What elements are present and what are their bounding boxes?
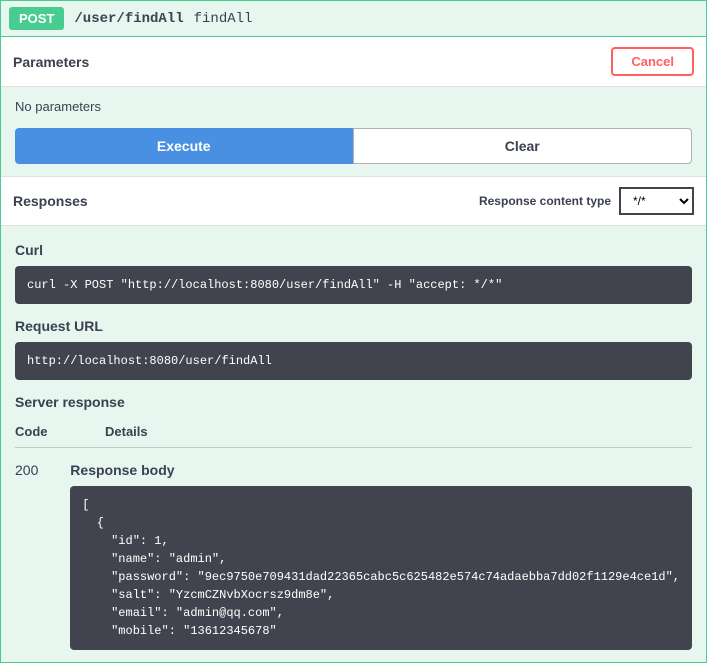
- no-parameters-text: No parameters: [15, 99, 692, 114]
- request-url-block[interactable]: http://localhost:8080/user/findAll: [15, 342, 692, 380]
- method-badge: POST: [9, 7, 64, 30]
- response-table-header: Code Details: [15, 418, 692, 448]
- response-details: Response body [ { "id": 1, "name": "admi…: [70, 462, 692, 650]
- content-type-wrap: Response content type */*: [479, 187, 694, 215]
- clear-button[interactable]: Clear: [353, 128, 693, 164]
- responses-body: Curl curl -X POST "http://localhost:8080…: [1, 226, 706, 662]
- content-type-label: Response content type: [479, 194, 611, 208]
- operation-header[interactable]: POST /user/findAll findAll: [0, 0, 707, 37]
- curl-block[interactable]: curl -X POST "http://localhost:8080/user…: [15, 266, 692, 304]
- endpoint-path: /user/findAll: [74, 11, 183, 27]
- action-buttons: Execute Clear: [15, 128, 692, 164]
- parameters-bar: Parameters Cancel: [1, 37, 706, 87]
- operation-panel: Parameters Cancel No parameters Execute …: [0, 37, 707, 663]
- parameters-heading: Parameters: [13, 54, 89, 70]
- response-row: 200 Response body [ { "id": 1, "name": "…: [15, 448, 692, 650]
- parameters-body: No parameters Execute Clear: [1, 87, 706, 176]
- server-response-heading: Server response: [15, 394, 692, 410]
- response-body-block[interactable]: [ { "id": 1, "name": "admin", "password"…: [70, 486, 692, 650]
- content-type-select[interactable]: */*: [619, 187, 694, 215]
- responses-bar: Responses Response content type */*: [1, 176, 706, 226]
- col-details-header: Details: [105, 424, 692, 439]
- endpoint-summary: findAll: [194, 11, 253, 27]
- status-code: 200: [15, 462, 70, 650]
- execute-button[interactable]: Execute: [15, 128, 353, 164]
- curl-heading: Curl: [15, 242, 692, 258]
- request-url-heading: Request URL: [15, 318, 692, 334]
- responses-heading: Responses: [13, 193, 88, 209]
- col-code-header: Code: [15, 424, 105, 439]
- cancel-button[interactable]: Cancel: [611, 47, 694, 76]
- response-body-heading: Response body: [70, 462, 692, 478]
